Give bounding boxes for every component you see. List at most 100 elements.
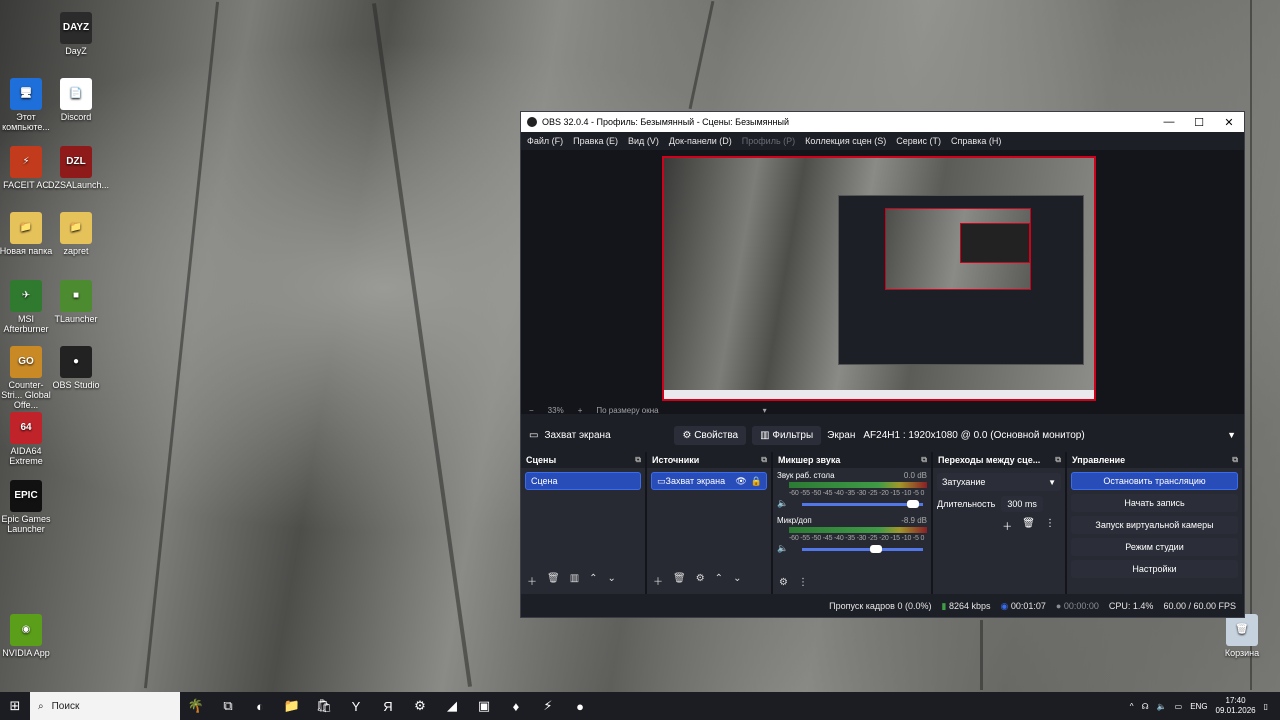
scene-item[interactable]: Сцена [525,472,641,490]
yandex-icon[interactable]: Я [372,699,404,714]
control-button[interactable]: Настройки [1071,560,1238,578]
dock-menu-icon[interactable]: ⧉ [635,455,641,465]
transition-menu-icon[interactable]: ⋮ [1045,518,1055,533]
duration-input[interactable]: 300 ms [1001,496,1043,512]
faceit-icon[interactable]: ⚡ [532,698,564,714]
volume-knob[interactable] [869,545,882,553]
menu-item[interactable]: Сервис (T) [896,136,941,146]
system-tray: ^ ☊ 🔈 ▭ ENG 17:40 09.01.2026 ▯ [1130,696,1280,716]
search-highlight-icon[interactable]: 🌴 [180,698,212,714]
explorer-icon[interactable]: 📁 [276,698,308,714]
close-button[interactable]: ✕ [1214,116,1244,129]
menu-item[interactable]: Файл (F) [527,136,563,146]
volume-knob[interactable] [907,500,920,508]
taskbar-search[interactable]: ⌕ Поиск [30,692,180,720]
audio-mixer-dock: Микшер звука ⧉ Звук раб. стола 0.0 dB -60 -… [773,452,933,594]
move-down-icon[interactable]: ⌄ [733,573,741,588]
preview-area[interactable] [521,150,1244,414]
menu-item[interactable]: Коллекция сцен (S) [805,136,886,146]
desktop-icon[interactable]: DAYZ DayZ [48,12,104,56]
move-up-icon[interactable]: ⌃ [589,573,597,588]
fit-caret-icon[interactable]: ▾ [763,406,767,415]
zoom-out-button[interactable]: − [529,406,534,415]
language-indicator[interactable]: ENG [1190,702,1207,711]
signal-icon: ▮ [941,600,947,611]
clock[interactable]: 17:40 09.01.2026 [1216,696,1256,716]
fit-to-window-select[interactable]: По размеру окна [596,406,658,415]
properties-button[interactable]: ⚙ Свойства [674,425,747,445]
desktop-icon[interactable]: 📄 Discord [48,78,104,122]
filters-button[interactable]: ▥ Фильтры [752,425,822,445]
menu-item[interactable]: Вид (V) [628,136,659,146]
edge-icon[interactable]: ◐ [244,699,276,714]
desktop-icon[interactable]: GO Counter-Stri... Global Offe... [0,346,54,410]
store-icon[interactable]: 🛍 [308,698,340,714]
control-button[interactable]: Режим студии [1071,538,1238,556]
desktop-icon[interactable]: 📁 zapret [48,212,104,256]
control-button[interactable]: Запуск виртуальной камеры [1071,516,1238,534]
transition-select[interactable]: Затухание ▼ [937,473,1061,491]
menu-item[interactable]: Док-панели (D) [669,136,732,146]
move-down-icon[interactable]: ⌄ [608,573,616,588]
desktop-icon[interactable]: 🖥 Этот компьюте... [0,78,54,132]
battery-icon[interactable]: ▭ [1175,702,1183,711]
scene-filters-icon[interactable]: ▥ [570,573,579,588]
yandex-browser-icon[interactable]: Y [340,699,372,714]
control-button[interactable]: Начать запись [1071,494,1238,512]
desktop-icon[interactable]: ● OBS Studio [48,346,104,390]
desktop-icon[interactable]: DZL DZSALaunch... [48,146,109,190]
terminal-icon[interactable]: ▣ [468,698,500,714]
source-properties-icon[interactable]: ⚙ [696,573,705,588]
desktop-icon[interactable]: 64 AIDA64 Extreme [0,412,54,466]
minimize-button[interactable]: — [1154,116,1184,129]
add-scene-icon[interactable]: ＋ [527,573,537,588]
dock-menu-icon[interactable]: ⧉ [1055,455,1061,465]
preview-canvas[interactable] [662,156,1096,401]
obs-taskbar-icon[interactable]: ● [564,699,596,714]
advanced-audio-icon[interactable]: ⚙ [779,577,788,588]
properties-label: Свойства [694,429,739,441]
meter-scale: -60 -55 -50 -45 -40 -35 -30 -25 -20 -15 … [789,535,925,542]
control-button[interactable]: Остановить трансляцию [1071,472,1238,490]
desktop-icon[interactable]: ✈ MSI Afterburner [0,280,54,334]
monitor-select[interactable]: AF24H1 : 1920x1080 @ 0.0 (Основной монит… [863,430,1084,441]
dock-menu-icon[interactable]: ⧉ [761,455,767,465]
move-up-icon[interactable]: ⌃ [715,573,723,588]
zoom-in-button[interactable]: + [578,406,583,415]
dock-menu-icon[interactable]: ⧉ [1232,455,1238,465]
network-icon[interactable]: ☊ [1142,702,1149,711]
desktop-icon[interactable]: 🗑 Корзина [1214,614,1270,658]
monitor-caret-icon[interactable]: ▼ [1227,430,1236,440]
dock-menu-icon[interactable]: ⧉ [921,455,927,465]
task-view-icon[interactable]: ⧉ [212,698,244,714]
remove-scene-icon[interactable]: 🗑 [547,573,560,588]
remove-source-icon[interactable]: 🗑 [673,573,686,588]
desktop-icon[interactable]: ■ TLauncher [48,280,104,324]
flstudio-icon[interactable]: ◢ [436,698,468,714]
tray-overflow-icon[interactable]: ^ [1130,702,1134,711]
menu-item[interactable]: Правка (E) [573,136,618,146]
volume-icon[interactable]: 🔈 [1157,702,1167,711]
speaker-icon[interactable]: 🔈 [777,543,788,554]
volume-slider[interactable] [802,545,923,553]
desktop-icon[interactable]: 📁 Новая папка [0,212,54,256]
steam-icon[interactable]: ⚙ [404,698,436,714]
visibility-icon[interactable]: 👁 [735,476,746,487]
maximize-button[interactable]: ☐ [1184,116,1214,129]
add-transition-icon[interactable]: ＋ [1002,518,1012,533]
notifications-icon[interactable]: ▯ [1264,702,1268,711]
add-source-icon[interactable]: ＋ [653,573,663,588]
volume-slider[interactable] [802,500,923,508]
source-item[interactable]: ▭ Захват экрана 👁 🔒 [651,472,767,490]
desktop-icon[interactable]: EPIC Epic Games Launcher [0,480,54,534]
speaker-icon[interactable]: 🔈 [777,498,788,509]
menu-item[interactable]: Справка (H) [951,136,1001,146]
app-icon[interactable]: ♦ [500,699,532,714]
windows-start-icon[interactable]: ⊞ [0,698,30,714]
mixer-menu-icon[interactable]: ⋮ [798,577,808,588]
desktop-icon[interactable]: ⚡ FACEIT AC [0,146,54,190]
desktop-icon[interactable]: ◉ NVIDIA App [0,614,54,658]
remove-transition-icon[interactable]: 🗑 [1022,518,1035,533]
title-bar[interactable]: OBS 32.0.4 - Профиль: Безымянный - Сцены… [521,112,1244,132]
lock-icon[interactable]: 🔒 [751,476,762,487]
